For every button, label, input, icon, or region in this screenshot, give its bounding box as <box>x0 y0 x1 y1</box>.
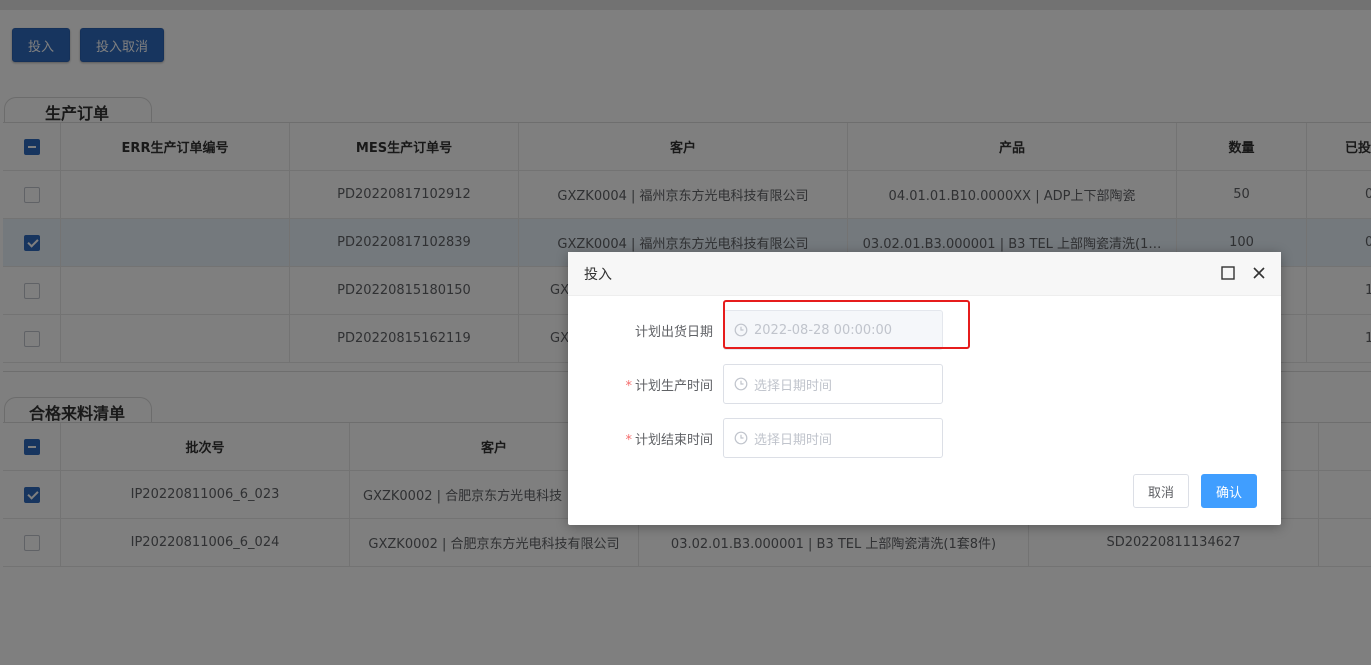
field-label: 计划出货日期 <box>568 321 723 340</box>
invest-dialog: 投入 计划出货日期 2022-08-28 00:00:00 * 计划生产时间 选择… <box>568 252 1281 525</box>
dialog-footer: 取消 确认 <box>1132 474 1257 508</box>
production-time-placeholder: 选择日期时间 <box>754 378 833 394</box>
cancel-button[interactable]: 取消 <box>1132 474 1189 508</box>
required-mark: * <box>625 432 632 448</box>
field-label-text: 计划结束时间 <box>634 432 713 448</box>
dialog-header: 投入 <box>568 252 1281 296</box>
highlight-annotation-box <box>723 300 970 349</box>
end-time-placeholder: 选择日期时间 <box>754 432 833 448</box>
clock-icon <box>734 377 748 391</box>
field-label: * 计划结束时间 <box>568 429 723 448</box>
dialog-title: 投入 <box>584 266 612 283</box>
form-row-end-time: * 计划结束时间 选择日期时间 <box>568 418 943 458</box>
form-row-production-time: * 计划生产时间 选择日期时间 <box>568 364 943 404</box>
production-time-input[interactable]: 选择日期时间 <box>723 364 943 404</box>
maximize-icon[interactable] <box>1220 265 1236 281</box>
field-label-text: 计划生产时间 <box>634 378 713 394</box>
field-label: * 计划生产时间 <box>568 375 723 394</box>
confirm-button[interactable]: 确认 <box>1200 474 1257 508</box>
clock-icon <box>734 431 748 445</box>
field-label-text: 计划出货日期 <box>634 324 713 340</box>
end-time-input[interactable]: 选择日期时间 <box>723 418 943 458</box>
required-mark: * <box>625 378 632 394</box>
close-icon[interactable] <box>1251 265 1267 281</box>
